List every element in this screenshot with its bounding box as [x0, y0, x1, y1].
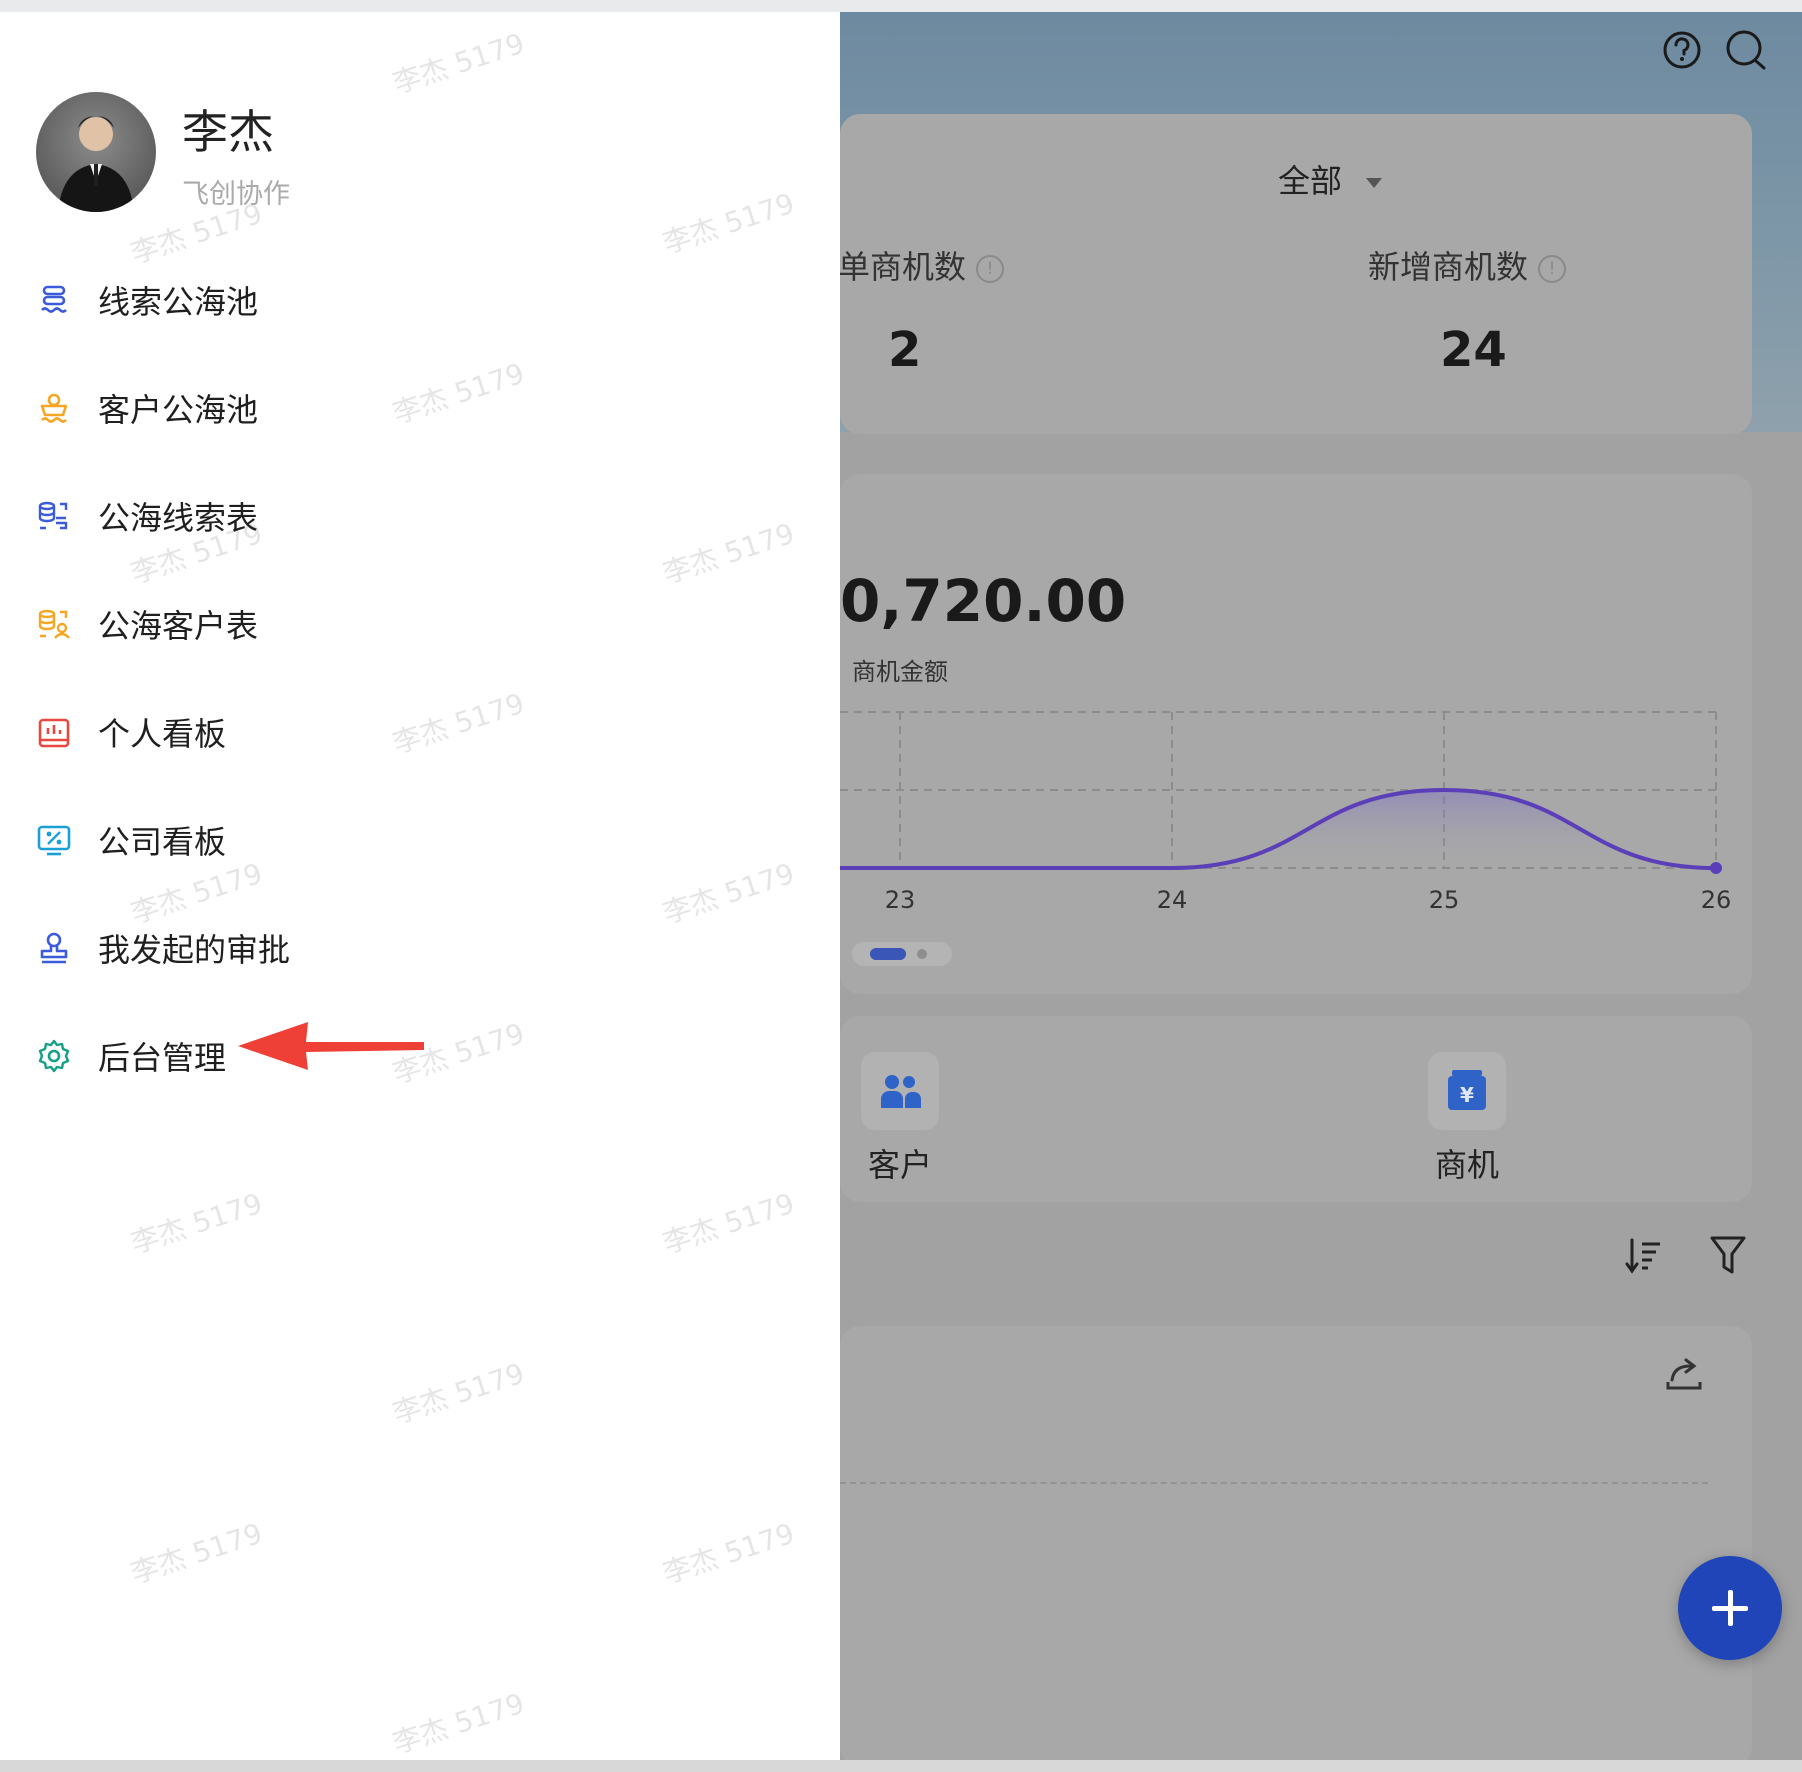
watermark-text: 李杰 5179	[658, 516, 799, 591]
filter-value: 全部	[1278, 162, 1343, 200]
approval-stamp-icon	[40, 932, 68, 964]
filter-dropdown[interactable]: 全部	[1278, 156, 1383, 202]
clue-pool-icon	[41, 285, 67, 313]
list-divider	[840, 1482, 1708, 1484]
filter-icon[interactable]	[1708, 1234, 1748, 1278]
menu-label: 客户公海池	[98, 391, 259, 429]
search-icon[interactable]	[1724, 28, 1768, 72]
clue-table-icon	[38, 501, 68, 530]
customer-icon	[861, 1052, 939, 1130]
app-frame: 全部 单商机数! 2 新增商机数! 24 0,720.00 商机金额 23 24 2…	[0, 12, 1802, 1760]
quick-opportunity[interactable]: ¥ 商机	[1407, 1052, 1527, 1186]
menu-label: 公司看板	[98, 823, 227, 861]
scroll-indicator-dot	[917, 949, 927, 959]
menu-item-my-approvals[interactable]: 我发起的审批	[36, 918, 556, 978]
x-tick-label: 23	[885, 886, 916, 914]
watermark-text: 李杰 5179	[126, 1186, 267, 1261]
menu-label: 公海线索表	[98, 499, 259, 537]
avatar[interactable]	[36, 92, 156, 212]
list-card	[840, 1326, 1752, 1760]
scroll-indicator-active	[870, 948, 906, 960]
stat-label-new: 新增商机数!	[1368, 242, 1567, 288]
watermark-text: 李杰 5179	[658, 186, 799, 261]
amount-chart: 23 24 25 26	[840, 711, 1732, 966]
watermark-text: 李杰 5179	[388, 1356, 529, 1431]
company-dashboard-icon	[37, 825, 71, 856]
menu-label: 线索公海池	[98, 283, 259, 321]
share-icon[interactable]	[1664, 1352, 1704, 1392]
menu-item-customer-table[interactable]: 公海客户表	[36, 594, 556, 654]
svg-text:¥: ¥	[1460, 1083, 1474, 1107]
menu-label: 公海客户表	[98, 607, 259, 645]
stat-label-orders: 单商机数!	[840, 242, 1005, 288]
menu-label: 我发起的审批	[98, 931, 291, 969]
stat-value-orders: 2	[888, 322, 922, 378]
menu-label: 个人看板	[98, 715, 227, 753]
menu-label: 后台管理	[98, 1039, 227, 1077]
amount-label: 商机金额	[852, 658, 948, 686]
gear-icon	[38, 1039, 70, 1073]
watermark-text: 李杰 5179	[126, 1516, 267, 1591]
x-tick-label: 26	[1701, 886, 1732, 914]
stat-value-new: 24	[1440, 322, 1507, 378]
watermark-text: 李杰 5179	[388, 1686, 529, 1760]
quick-customer[interactable]: 客户	[840, 1052, 960, 1186]
menu-item-clue-table[interactable]: 公海线索表	[36, 486, 556, 546]
info-icon[interactable]: !	[976, 255, 1005, 283]
user-org: 飞创协作	[182, 179, 290, 210]
side-drawer: 李杰 5179 李杰 5179 李杰 5179 李杰 5179 李杰 5179 李杰 51…	[0, 12, 840, 1760]
quick-opportunity-label: 商机	[1434, 1146, 1499, 1184]
x-tick-label: 25	[1429, 886, 1460, 914]
watermark-text: 李杰 5179	[658, 1186, 799, 1261]
annotation-arrow	[238, 1022, 424, 1070]
sort-icon[interactable]	[1624, 1236, 1664, 1276]
customer-table-icon	[38, 609, 70, 639]
opportunity-yen-icon: ¥	[1428, 1052, 1506, 1130]
menu-item-company-dashboard[interactable]: 公司看板	[36, 810, 556, 870]
menu-item-customer-pool[interactable]: 客户公海池	[36, 378, 556, 438]
watermark-text: 李杰 5179	[658, 856, 799, 931]
customer-pool-icon	[40, 393, 68, 423]
help-icon[interactable]	[1660, 28, 1704, 72]
background-app: 全部 单商机数! 2 新增商机数! 24 0,720.00 商机金额 23 24 2…	[840, 12, 1802, 1760]
add-button[interactable]	[1678, 1556, 1782, 1660]
data-point-end	[1710, 862, 1722, 874]
user-name: 李杰	[182, 105, 274, 159]
bottom-bar	[0, 1760, 1802, 1772]
menu-item-clue-pool[interactable]: 线索公海池	[36, 270, 556, 330]
caret-down-icon	[1366, 178, 1383, 188]
info-icon[interactable]: !	[1538, 255, 1567, 283]
series-area	[840, 790, 1716, 868]
quick-entries-card: 客户 ¥ 商机	[840, 1016, 1752, 1202]
personal-dashboard-icon	[38, 718, 70, 748]
menu-item-personal-dashboard[interactable]: 个人看板	[36, 702, 556, 762]
amount-value: 0,720.00	[840, 567, 1127, 635]
watermark-text: 李杰 5179	[658, 1516, 799, 1591]
quick-customer-label: 客户	[867, 1146, 932, 1184]
stats-card: 全部 单商机数! 2 新增商机数! 24	[840, 114, 1752, 434]
watermark-text: 李杰 5179	[388, 26, 529, 101]
x-tick-label: 24	[1157, 886, 1188, 914]
